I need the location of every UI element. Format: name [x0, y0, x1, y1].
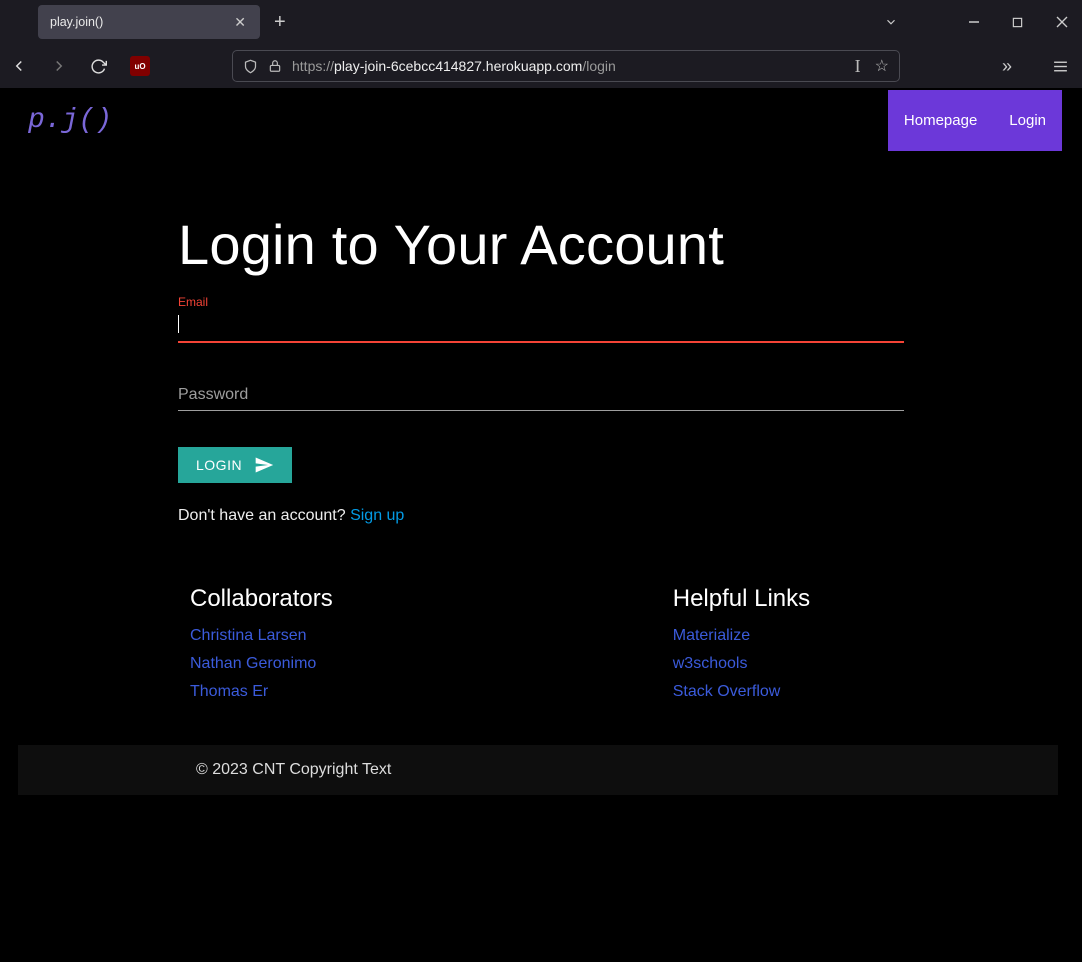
email-row: Email [178, 295, 904, 342]
text-cursor-icon: I [855, 56, 861, 77]
close-window-icon[interactable] [1056, 16, 1072, 28]
signup-prompt: Don't have an account? Sign up [178, 507, 904, 525]
browser-chrome: play.join() ✕ + [0, 0, 1082, 88]
collaborators-column: Collaborators Christina Larsen Nathan Ge… [190, 585, 333, 711]
input-caret [178, 315, 179, 333]
copyright-text: © 2023 CNT Copyright Text [196, 761, 391, 779]
shield-icon[interactable] [243, 59, 258, 74]
helpful-links-column: Helpful Links Materialize w3schools Stac… [673, 585, 810, 711]
login-button-label: LOGIN [196, 457, 242, 473]
login-button[interactable]: LOGIN [178, 447, 292, 483]
url-text: https://play-join-6cebcc414827.herokuapp… [292, 58, 845, 74]
helpful-links-heading: Helpful Links [673, 585, 810, 613]
minimize-icon[interactable] [968, 16, 984, 28]
helpful-link[interactable]: Stack Overflow [673, 683, 810, 701]
signup-link[interactable]: Sign up [350, 507, 404, 524]
email-field[interactable] [178, 309, 904, 342]
tab-title: play.join() [50, 15, 103, 29]
collaborator-link[interactable]: Thomas Er [190, 683, 333, 701]
collaborators-heading: Collaborators [190, 585, 333, 613]
helpful-link[interactable]: Materialize [673, 627, 810, 645]
signup-prompt-text: Don't have an account? [178, 507, 350, 524]
tab-strip: play.join() ✕ + [0, 5, 884, 39]
lock-icon[interactable] [268, 59, 282, 73]
email-label: Email [178, 295, 904, 309]
chevron-down-icon[interactable] [884, 15, 900, 29]
address-bar[interactable]: https://play-join-6cebcc414827.herokuapp… [232, 50, 900, 82]
window-titlebar: play.join() ✕ + [0, 0, 1082, 44]
site-header: p.j() Homepage Login [0, 88, 1082, 152]
bookmark-icon[interactable]: ☆ [875, 56, 889, 76]
helpful-link[interactable]: w3schools [673, 655, 810, 673]
nav-homepage[interactable]: Homepage [888, 90, 993, 151]
main-content: Login to Your Account Email Password LOG… [0, 152, 1082, 711]
maximize-icon[interactable] [1012, 17, 1028, 28]
reload-button[interactable] [90, 58, 118, 75]
copyright-bar: © 2023 CNT Copyright Text [18, 745, 1058, 795]
new-tab-button[interactable]: + [274, 11, 286, 34]
nav-wrap: Homepage Login [888, 90, 1062, 151]
nav-right: Homepage Login [888, 90, 1062, 151]
close-tab-icon[interactable]: ✕ [230, 12, 250, 33]
collaborator-link[interactable]: Christina Larsen [190, 627, 333, 645]
login-form: Email Password LOGIN Don't have an accou… [178, 295, 904, 525]
send-icon [254, 455, 274, 475]
ublock-icon[interactable]: uO [130, 56, 150, 76]
window-controls [884, 15, 1082, 29]
page-body: p.j() Homepage Login Login to Your Accou… [0, 88, 1082, 962]
overflow-icon[interactable]: » [1002, 56, 1022, 77]
nav-login[interactable]: Login [993, 90, 1062, 151]
footer-columns: Collaborators Christina Larsen Nathan Ge… [178, 585, 1082, 711]
collaborator-link[interactable]: Nathan Geronimo [190, 655, 333, 673]
forward-button[interactable] [50, 57, 78, 75]
browser-tab[interactable]: play.join() ✕ [38, 5, 260, 39]
password-field[interactable] [178, 378, 904, 411]
site-logo[interactable]: p.j() [28, 105, 112, 136]
address-bar-row: uO https://play-join-6cebcc414827.heroku… [0, 44, 1082, 88]
hamburger-menu-icon[interactable] [1052, 58, 1072, 75]
back-button[interactable] [10, 57, 38, 75]
page-title: Login to Your Account [178, 212, 1082, 277]
password-row: Password [178, 378, 904, 411]
